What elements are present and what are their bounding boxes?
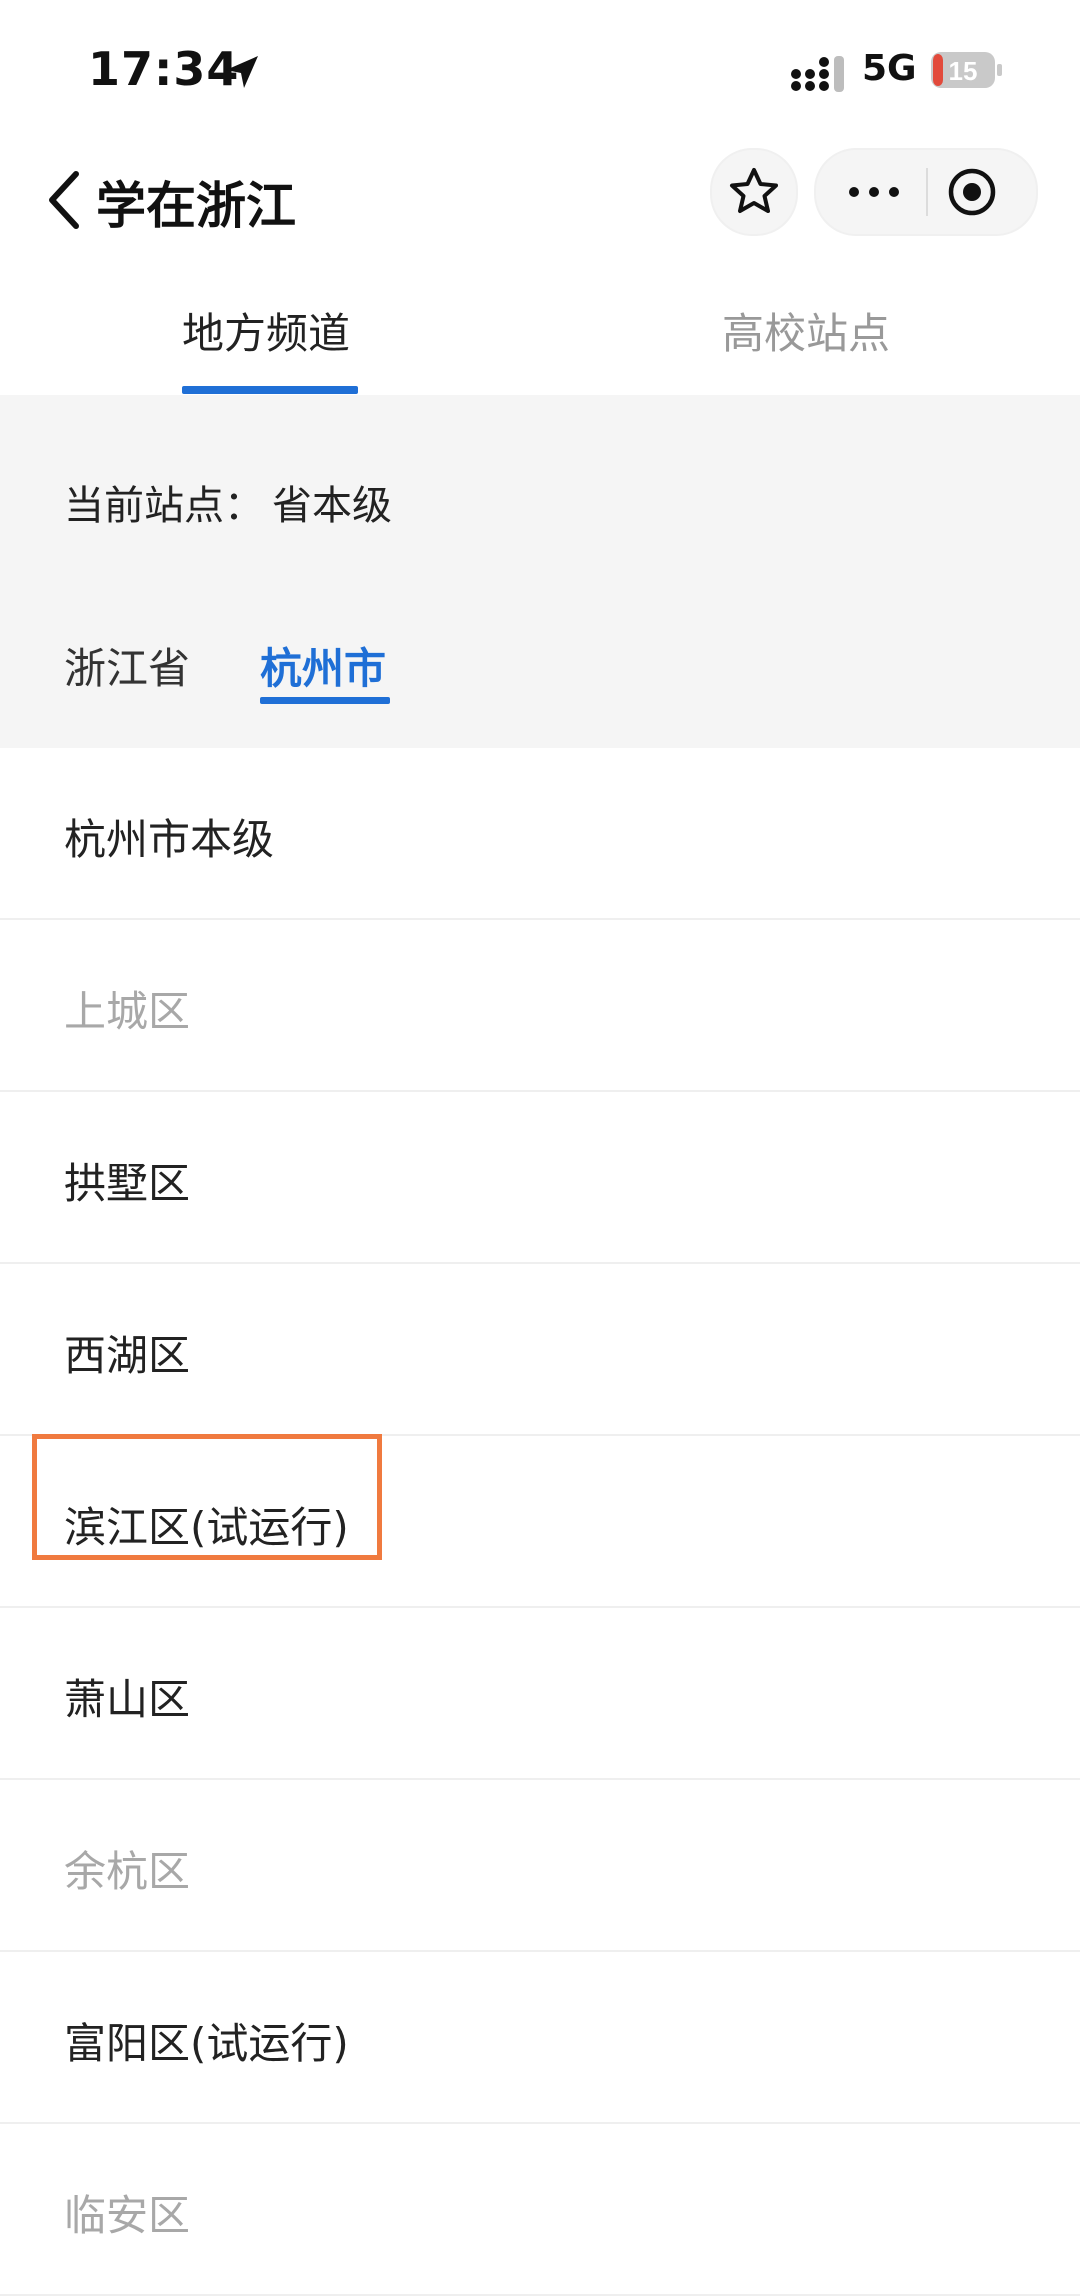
list-item[interactable]: 临安区 [0, 2124, 1080, 2296]
list-item[interactable]: 拱墅区 [0, 1092, 1080, 1264]
current-site-label: 当前站点： [64, 483, 264, 529]
list-item[interactable]: 上城区 [0, 920, 1080, 1092]
location-arrow-icon [226, 56, 258, 88]
status-bar: 17:34 5G 15 [0, 0, 1080, 140]
favorite-button[interactable] [710, 148, 798, 236]
sub-tab-indicator [260, 697, 390, 704]
page-title: 学在浙江 [96, 177, 296, 235]
tab-university-sites[interactable]: 高校站点 [722, 300, 890, 361]
capsule-divider [926, 168, 928, 216]
list-item-label: 临安区 [64, 2191, 191, 2240]
main-tabs: 地方频道 高校站点 [0, 270, 1080, 395]
network-type: 5G [862, 48, 917, 89]
list-item[interactable]: 富阳区(试运行) [0, 1952, 1080, 2124]
list-item-label: 萧山区 [64, 1675, 191, 1724]
list-item-label: 杭州市本级 [64, 815, 275, 864]
list-item-label: 富阳区(试运行) [64, 2019, 349, 2068]
signal-strength-icon [791, 56, 844, 92]
star-icon [730, 168, 778, 213]
sub-tab-city[interactable]: 杭州市 [260, 635, 386, 696]
district-list: 杭州市本级 上城区 拱墅区 西湖区 滨江区(试运行) 萧山区 余杭区 富阳区(试… [0, 748, 1080, 2296]
list-item-label: 滨江区(试运行) [64, 1503, 349, 1552]
current-site: 当前站点： 省本级 [64, 473, 392, 531]
more-dots-icon[interactable] [844, 174, 904, 210]
back-chevron-icon[interactable] [40, 160, 90, 240]
menu-capsule [814, 148, 1038, 236]
sub-tab-province[interactable]: 浙江省 [64, 635, 190, 696]
list-item-label: 余杭区 [64, 1847, 191, 1896]
list-item[interactable]: 余杭区 [0, 1780, 1080, 1952]
active-tab-indicator [182, 386, 358, 394]
list-item[interactable]: 萧山区 [0, 1608, 1080, 1780]
status-time: 17:34 [88, 42, 240, 96]
list-item-label: 上城区 [64, 987, 191, 1036]
tab-local-channel[interactable]: 地方频道 [182, 300, 350, 361]
list-item-label: 西湖区 [64, 1331, 191, 1380]
battery-icon: 15 [931, 52, 1002, 88]
close-target-icon[interactable] [946, 166, 998, 218]
site-selector-panel: 当前站点： 省本级 浙江省 杭州市 [0, 395, 1080, 748]
current-site-value: 省本级 [272, 483, 392, 529]
list-item-label: 拱墅区 [64, 1159, 191, 1208]
list-item[interactable]: 杭州市本级 [0, 748, 1080, 920]
list-item[interactable]: 滨江区(试运行) [0, 1434, 1080, 1608]
list-item[interactable]: 西湖区 [0, 1264, 1080, 1436]
battery-level: 15 [949, 56, 978, 86]
title-bar: 学在浙江 [0, 140, 1080, 270]
